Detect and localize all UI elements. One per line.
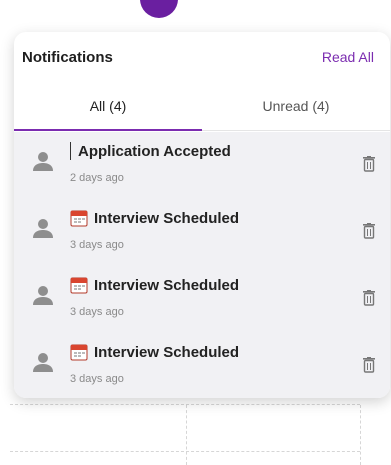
notification-list: Application Accepted 2 days ago Intervie… <box>14 132 390 398</box>
popover-title: Notifications <box>22 49 113 66</box>
user-icon <box>33 219 53 238</box>
text-cursor <box>70 142 71 160</box>
tab-all[interactable]: All (4) <box>14 88 202 131</box>
user-icon <box>33 353 53 372</box>
notifications-popover: Notifications Read All All (4) Unread (4… <box>14 32 390 398</box>
calendar-icon <box>70 277 88 294</box>
notification-time: 3 days ago <box>70 239 124 251</box>
profile-avatar[interactable] <box>140 0 178 18</box>
popover-header: Notifications Read All <box>14 32 390 82</box>
notification-title: Interview Scheduled <box>94 276 240 294</box>
notification-item[interactable]: Interview Scheduled 3 days ago <box>14 333 390 398</box>
trash-icon[interactable] <box>362 290 376 306</box>
calendar-icon <box>70 344 88 361</box>
tab-unread[interactable]: Unread (4) <box>202 88 390 130</box>
notification-item[interactable]: Application Accepted 2 days ago <box>14 132 390 199</box>
read-all-button[interactable]: Read All <box>322 49 374 65</box>
notification-title: Interview Scheduled <box>94 209 240 227</box>
user-icon <box>33 286 53 305</box>
notification-time: 2 days ago <box>70 172 124 184</box>
notification-time: 3 days ago <box>70 373 124 385</box>
tab-all-label: All (4) <box>89 98 127 114</box>
notification-tabs: All (4) Unread (4) <box>14 88 390 131</box>
notification-item[interactable]: Interview Scheduled 3 days ago <box>14 199 390 266</box>
calendar-icon <box>70 210 88 227</box>
page-top-bar <box>0 0 391 30</box>
trash-icon[interactable] <box>362 223 376 239</box>
active-tab-indicator <box>14 129 202 131</box>
notification-time: 3 days ago <box>70 306 124 318</box>
background-grid <box>10 404 361 465</box>
trash-icon[interactable] <box>362 357 376 373</box>
tab-unread-label: Unread (4) <box>262 98 330 114</box>
notification-item[interactable]: Interview Scheduled 3 days ago <box>14 266 390 333</box>
trash-icon[interactable] <box>362 156 376 172</box>
notification-title: Application Accepted <box>78 142 231 160</box>
notification-title: Interview Scheduled <box>94 343 240 361</box>
user-icon <box>33 152 53 171</box>
